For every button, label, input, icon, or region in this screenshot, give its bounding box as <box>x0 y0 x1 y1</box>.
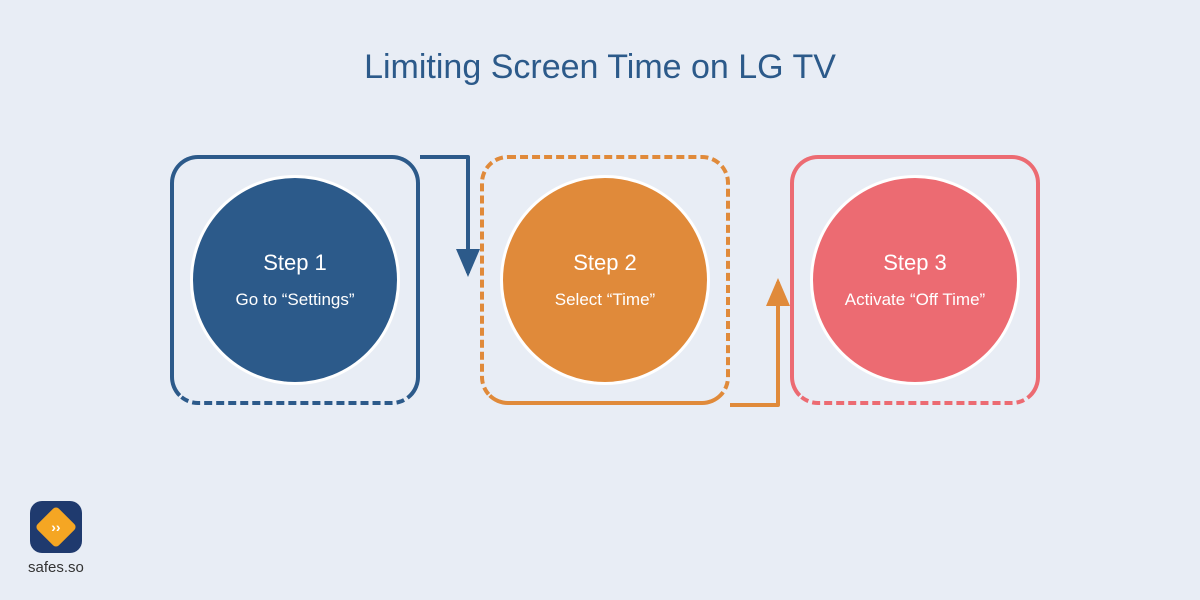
step-3-circle: Step 3 Activate “Off Time” <box>810 175 1020 385</box>
step-1-desc: Go to “Settings” <box>235 290 354 310</box>
steps-diagram: Step 1 Go to “Settings” Step 2 Select “T… <box>0 155 1200 455</box>
step-2-label: Step 2 <box>573 250 637 276</box>
step-2-desc: Select “Time” <box>555 290 655 310</box>
arrow-1-to-2 <box>418 153 488 293</box>
step-3-desc: Activate “Off Time” <box>845 290 985 310</box>
page-title: Limiting Screen Time on LG TV <box>0 0 1200 87</box>
brand-name: safes.so <box>28 559 84 576</box>
arrow-2-to-3 <box>728 270 798 415</box>
step-2-circle: Step 2 Select “Time” <box>500 175 710 385</box>
logo-badge-icon: ›› <box>30 501 82 553</box>
step-1-label: Step 1 <box>263 250 327 276</box>
step-3-label: Step 3 <box>883 250 947 276</box>
logo-chevron-icon: ›› <box>51 519 60 535</box>
brand-logo: ›› safes.so <box>28 501 84 576</box>
step-1-circle: Step 1 Go to “Settings” <box>190 175 400 385</box>
